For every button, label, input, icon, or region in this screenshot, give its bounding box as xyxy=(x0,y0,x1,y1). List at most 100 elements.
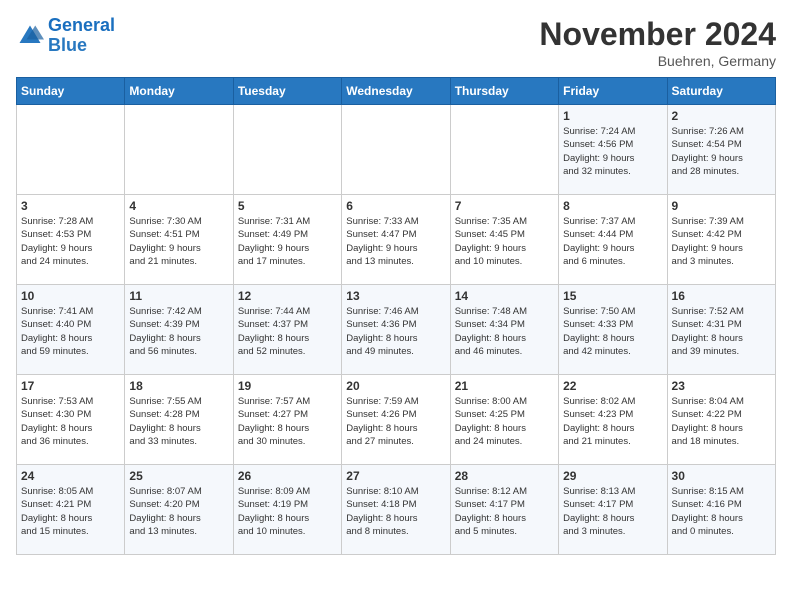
weekday-header: Saturday xyxy=(667,78,775,105)
day-number: 7 xyxy=(455,199,554,213)
weekday-header: Monday xyxy=(125,78,233,105)
calendar-cell: 21Sunrise: 8:00 AMSunset: 4:25 PMDayligh… xyxy=(450,375,558,465)
calendar-cell: 6Sunrise: 7:33 AMSunset: 4:47 PMDaylight… xyxy=(342,195,450,285)
month-title: November 2024 xyxy=(539,16,776,53)
calendar-cell: 3 Sunrise: 7:28 AMSunset: 4:53 PMDaylight… xyxy=(17,195,125,285)
calendar-cell: 15 Sunrise: 7:50 AMSunset: 4:33 PMDayligh… xyxy=(559,285,667,375)
day-info: Sunrise: 7:35 AMSunset: 4:45 PMDaylight:… xyxy=(455,215,554,268)
page-header: General Blue November 2024 Buehren, Germ… xyxy=(16,16,776,69)
day-info: Sunrise: 7:30 AMSunset: 4:51 PMDaylight:… xyxy=(129,215,228,268)
day-number: 22 xyxy=(563,379,662,393)
calendar-table: SundayMondayTuesdayWednesdayThursdayFrid… xyxy=(16,77,776,555)
day-number: 3 xyxy=(21,199,120,213)
calendar-cell xyxy=(17,105,125,195)
calendar-week-row: 1 Sunrise: 7:24 AMSunset: 4:56 PMDaylight… xyxy=(17,105,776,195)
calendar-cell: 1 Sunrise: 7:24 AMSunset: 4:56 PMDaylight… xyxy=(559,105,667,195)
day-number: 5 xyxy=(238,199,337,213)
calendar-cell: 4 Sunrise: 7:30 AMSunset: 4:51 PMDaylight… xyxy=(125,195,233,285)
weekday-header: Sunday xyxy=(17,78,125,105)
calendar-cell: 18 Sunrise: 7:55 AMSunset: 4:28 PMDayligh… xyxy=(125,375,233,465)
title-block: November 2024 Buehren, Germany xyxy=(539,16,776,69)
day-number: 1 xyxy=(563,109,662,123)
day-info: Sunrise: 8:12 AMSunset: 4:17 PMDaylight:… xyxy=(455,485,554,538)
weekday-header: Friday xyxy=(559,78,667,105)
day-number: 12 xyxy=(238,289,337,303)
day-info: Sunrise: 7:41 AMSunset: 4:40 PMDaylight:… xyxy=(21,305,120,358)
calendar-header: SundayMondayTuesdayWednesdayThursdayFrid… xyxy=(17,78,776,105)
calendar-cell: 8 Sunrise: 7:37 AMSunset: 4:44 PMDaylight… xyxy=(559,195,667,285)
calendar-cell: 14 Sunrise: 7:48 AMSunset: 4:34 PMDayligh… xyxy=(450,285,558,375)
day-number: 18 xyxy=(129,379,228,393)
day-number: 17 xyxy=(21,379,120,393)
day-number: 20 xyxy=(346,379,445,393)
day-number: 23 xyxy=(672,379,771,393)
calendar-cell: 17 Sunrise: 7:53 AMSunset: 4:30 PMDayligh… xyxy=(17,375,125,465)
day-info: Sunrise: 7:26 AMSunset: 4:54 PMDaylight:… xyxy=(672,125,771,178)
day-info: Sunrise: 7:48 AMSunset: 4:34 PMDaylight:… xyxy=(455,305,554,358)
day-number: 30 xyxy=(672,469,771,483)
calendar-cell: 13 Sunrise: 7:46 AMSunset: 4:36 PMDayligh… xyxy=(342,285,450,375)
calendar-cell: 2 Sunrise: 7:26 AMSunset: 4:54 PMDaylight… xyxy=(667,105,775,195)
day-number: 25 xyxy=(129,469,228,483)
day-info: Sunrise: 7:24 AMSunset: 4:56 PMDaylight:… xyxy=(563,125,662,178)
calendar-cell: 25 Sunrise: 8:07 AMSunset: 4:20 PMDayligh… xyxy=(125,465,233,555)
day-number: 27 xyxy=(346,469,445,483)
calendar-week-row: 24Sunrise: 8:05 AMSunset: 4:21 PMDayligh… xyxy=(17,465,776,555)
day-number: 13 xyxy=(346,289,445,303)
day-number: 8 xyxy=(563,199,662,213)
day-number: 19 xyxy=(238,379,337,393)
day-info: Sunrise: 7:42 AMSunset: 4:39 PMDaylight:… xyxy=(129,305,228,358)
day-info: Sunrise: 8:09 AMSunset: 4:19 PMDaylight:… xyxy=(238,485,337,538)
day-info: Sunrise: 8:05 AMSunset: 4:21 PMDaylight:… xyxy=(21,485,120,538)
day-info: Sunrise: 7:50 AMSunset: 4:33 PMDaylight:… xyxy=(563,305,662,358)
day-info: Sunrise: 7:55 AMSunset: 4:28 PMDaylight:… xyxy=(129,395,228,448)
day-info: Sunrise: 7:28 AMSunset: 4:53 PMDaylight:… xyxy=(21,215,120,268)
day-number: 26 xyxy=(238,469,337,483)
calendar-cell xyxy=(233,105,341,195)
calendar-cell: 20 Sunrise: 7:59 AMSunset: 4:26 PMDayligh… xyxy=(342,375,450,465)
day-number: 6 xyxy=(346,199,445,213)
calendar-cell xyxy=(125,105,233,195)
calendar-cell: 26 Sunrise: 8:09 AMSunset: 4:19 PMDayligh… xyxy=(233,465,341,555)
day-info: Sunrise: 7:31 AMSunset: 4:49 PMDaylight:… xyxy=(238,215,337,268)
weekday-header: Tuesday xyxy=(233,78,341,105)
day-info: Sunrise: 7:52 AMSunset: 4:31 PMDaylight:… xyxy=(672,305,771,358)
day-number: 14 xyxy=(455,289,554,303)
day-info: Sunrise: 8:15 AMSunset: 4:16 PMDaylight:… xyxy=(672,485,771,538)
calendar-cell xyxy=(342,105,450,195)
day-info: Sunrise: 7:53 AMSunset: 4:30 PMDaylight:… xyxy=(21,395,120,448)
day-number: 11 xyxy=(129,289,228,303)
logo: General Blue xyxy=(16,16,115,56)
calendar-cell: 16 Sunrise: 7:52 AMSunset: 4:31 PMDayligh… xyxy=(667,285,775,375)
day-number: 16 xyxy=(672,289,771,303)
weekday-header: Wednesday xyxy=(342,78,450,105)
day-number: 4 xyxy=(129,199,228,213)
calendar-cell: 29 Sunrise: 8:13 AMSunset: 4:17 PMDayligh… xyxy=(559,465,667,555)
day-info: Sunrise: 7:39 AMSunset: 4:42 PMDaylight:… xyxy=(672,215,771,268)
day-number: 21 xyxy=(455,379,554,393)
day-info: Sunrise: 7:37 AMSunset: 4:44 PMDaylight:… xyxy=(563,215,662,268)
calendar-cell: 5 Sunrise: 7:31 AMSunset: 4:49 PMDaylight… xyxy=(233,195,341,285)
calendar-cell: 9 Sunrise: 7:39 AMSunset: 4:42 PMDaylight… xyxy=(667,195,775,285)
day-info: Sunrise: 7:59 AMSunset: 4:26 PMDaylight:… xyxy=(346,395,445,448)
calendar-cell: 23Sunrise: 8:04 AMSunset: 4:22 PMDayligh… xyxy=(667,375,775,465)
weekday-header: Thursday xyxy=(450,78,558,105)
calendar-cell: 7 Sunrise: 7:35 AMSunset: 4:45 PMDaylight… xyxy=(450,195,558,285)
logo-icon xyxy=(16,22,44,50)
day-number: 9 xyxy=(672,199,771,213)
day-number: 15 xyxy=(563,289,662,303)
calendar-cell: 10Sunrise: 7:41 AMSunset: 4:40 PMDayligh… xyxy=(17,285,125,375)
calendar-cell: 30 Sunrise: 8:15 AMSunset: 4:16 PMDayligh… xyxy=(667,465,775,555)
calendar-cell: 19Sunrise: 7:57 AMSunset: 4:27 PMDayligh… xyxy=(233,375,341,465)
day-number: 29 xyxy=(563,469,662,483)
calendar-week-row: 17 Sunrise: 7:53 AMSunset: 4:30 PMDayligh… xyxy=(17,375,776,465)
day-info: Sunrise: 7:44 AMSunset: 4:37 PMDaylight:… xyxy=(238,305,337,358)
day-info: Sunrise: 7:46 AMSunset: 4:36 PMDaylight:… xyxy=(346,305,445,358)
day-number: 2 xyxy=(672,109,771,123)
day-number: 28 xyxy=(455,469,554,483)
day-info: Sunrise: 8:07 AMSunset: 4:20 PMDaylight:… xyxy=(129,485,228,538)
day-info: Sunrise: 8:10 AMSunset: 4:18 PMDaylight:… xyxy=(346,485,445,538)
day-info: Sunrise: 8:13 AMSunset: 4:17 PMDaylight:… xyxy=(563,485,662,538)
calendar-cell: 28 Sunrise: 8:12 AMSunset: 4:17 PMDayligh… xyxy=(450,465,558,555)
calendar-week-row: 10Sunrise: 7:41 AMSunset: 4:40 PMDayligh… xyxy=(17,285,776,375)
